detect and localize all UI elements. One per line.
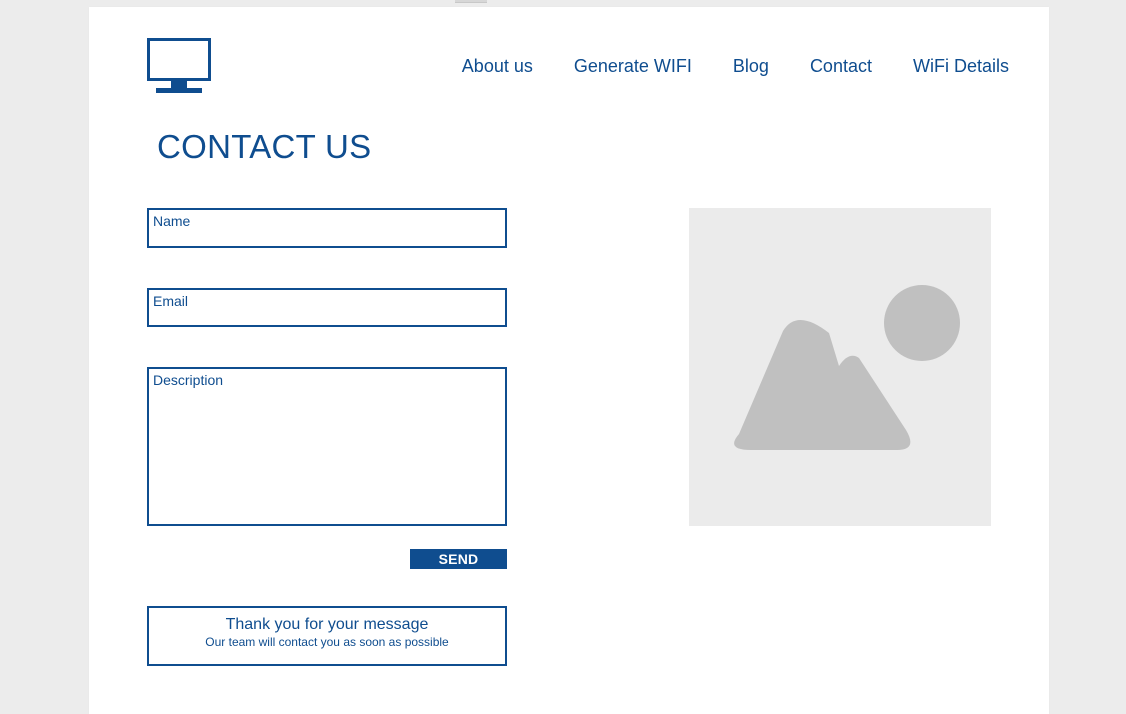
nav-item-wifi-details[interactable]: WiFi Details — [913, 55, 1009, 77]
main-nav: About us Generate WIFI Blog Contact WiFi… — [462, 55, 1009, 77]
email-field[interactable]: Email — [147, 288, 507, 327]
name-input[interactable] — [149, 210, 505, 246]
nav-item-generate-wifi[interactable]: Generate WIFI — [574, 55, 692, 77]
confirmation-subtitle: Our team will contact you as soon as pos… — [205, 635, 449, 649]
confirmation-message: Thank you for your message Our team will… — [147, 606, 507, 666]
description-textarea[interactable] — [149, 369, 505, 524]
nav-item-about-us[interactable]: About us — [462, 55, 533, 77]
send-button[interactable]: SEND — [410, 549, 507, 569]
nav-item-blog[interactable]: Blog — [733, 55, 769, 77]
email-input[interactable] — [149, 290, 505, 325]
nav-item-contact[interactable]: Contact — [810, 55, 872, 77]
image-placeholder — [689, 208, 991, 526]
description-field[interactable]: Description — [147, 367, 507, 526]
top-tab-handle — [455, 0, 487, 3]
monitor-icon[interactable] — [147, 38, 211, 94]
page-container: About us Generate WIFI Blog Contact WiFi… — [89, 7, 1049, 714]
image-placeholder-icon — [734, 285, 960, 450]
page-title: CONTACT US — [157, 128, 372, 165]
name-field[interactable]: Name — [147, 208, 507, 248]
confirmation-title: Thank you for your message — [225, 616, 429, 633]
